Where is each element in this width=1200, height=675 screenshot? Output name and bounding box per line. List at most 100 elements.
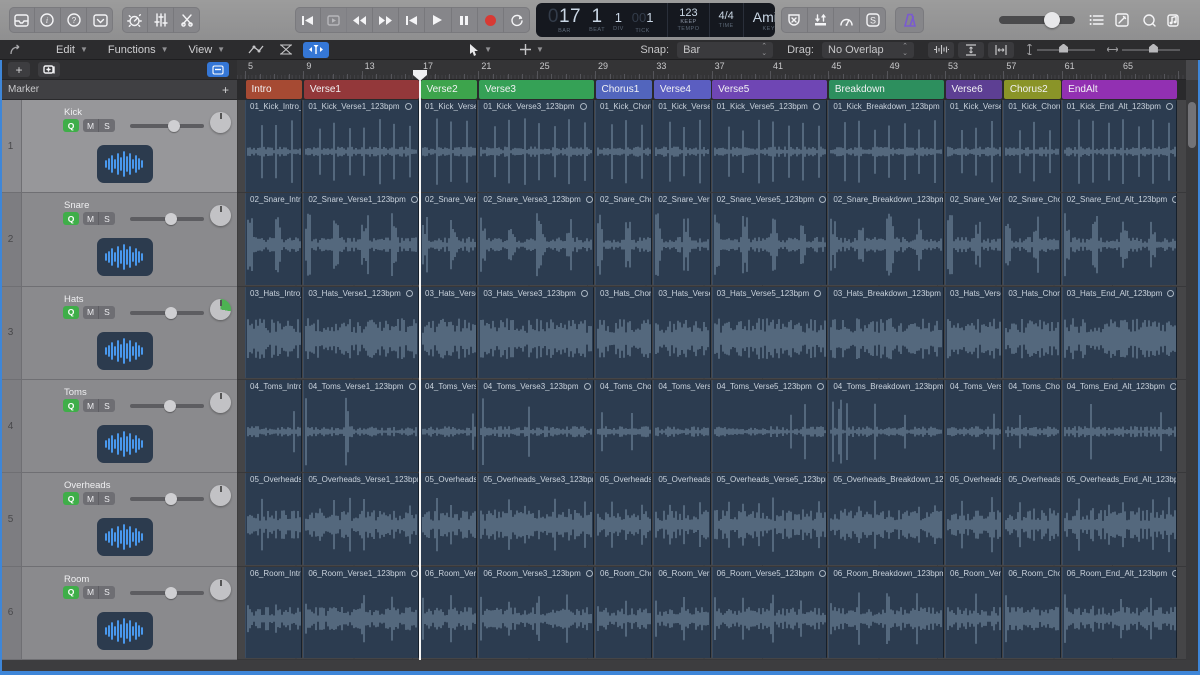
solo-button[interactable]: S (99, 305, 115, 319)
pan-knob[interactable] (210, 485, 231, 507)
marker-breakdown[interactable]: Breakdown (828, 80, 944, 99)
audio-region[interactable]: 04_Toms_Verse5_123bpm (711, 380, 828, 472)
fast-forward-button[interactable] (373, 7, 400, 33)
note-pads-icon[interactable] (1109, 7, 1135, 33)
audio-region[interactable]: 06_Room_End_Alt_123bpm (1061, 566, 1178, 659)
catch-playhead-button[interactable] (303, 41, 330, 58)
tuner-icon[interactable] (834, 7, 860, 33)
audio-region[interactable]: 02_Snare_Intro_123bpm (245, 193, 303, 286)
audio-region[interactable]: 04_Toms_Breakdown_123bpm (828, 380, 944, 472)
track-volume-slider[interactable] (130, 586, 204, 599)
master-volume-knob[interactable] (1043, 12, 1060, 28)
track-volume-slider[interactable] (130, 120, 204, 132)
browsers-icon[interactable] (1162, 7, 1188, 33)
lcd-key[interactable]: Amin KEY (744, 3, 776, 37)
audio-region[interactable]: 01_Kick_Chorus2_123bpm (1003, 100, 1061, 192)
metronome-icon[interactable] (894, 7, 925, 33)
inspector-icon[interactable]: i (35, 7, 62, 33)
audio-region[interactable]: 01_Kick_Verse6_123bpm (945, 100, 1003, 192)
marker-verse6[interactable]: Verse6 (945, 80, 1003, 99)
bar-ruler[interactable]: 5 9 13 17 21 25 29 33 37 41 45 49 53 57 61 65 (237, 60, 1186, 80)
scrollbar-thumb[interactable] (1188, 102, 1196, 148)
solo-button[interactable]: S (99, 119, 115, 132)
audio-region[interactable]: 03_Hats_Verse6_123bpm (945, 286, 1003, 379)
lcd-tempo[interactable]: 123 KEEP TEMPO (668, 3, 710, 37)
audio-region[interactable]: 02_Snare_Verse4_123bpm (653, 193, 711, 286)
audio-region[interactable]: 06_Room_Chorus1_123bpm (595, 566, 653, 659)
audio-region[interactable]: 02_Snare_Verse1_123bpm (303, 193, 419, 286)
flex-icon[interactable] (273, 42, 299, 58)
lcd-position[interactable]: 017 BAR 1 BEAT 1 DIV 001 TICK (536, 3, 669, 37)
audio-region[interactable]: 05_Overheads_Verse3_123bpm (478, 473, 594, 566)
mixer-icon[interactable] (148, 7, 175, 33)
cycle-icon[interactable] (504, 7, 530, 33)
audio-region[interactable]: 03_Hats_Breakdown_123bpm (828, 286, 944, 379)
quantize-button[interactable]: Q (63, 399, 79, 412)
marker-verse4[interactable]: Verse4 (653, 80, 711, 99)
audio-region[interactable]: 05_Overheads_End_Alt_123bpm (1061, 473, 1178, 566)
audio-region[interactable]: 06_Room_Verse4_123bpm (653, 566, 711, 659)
track-header-config-button[interactable] (207, 62, 229, 77)
solo-button[interactable]: S (99, 399, 115, 412)
mute-button[interactable]: M (83, 399, 99, 412)
pan-knob[interactable] (210, 205, 231, 227)
track-name[interactable]: Overheads (64, 480, 110, 491)
solo-icon[interactable]: S (860, 7, 886, 33)
pan-knob[interactable] (210, 298, 231, 320)
audio-region[interactable]: 02_Snare_Verse3_123bpm (478, 193, 594, 286)
track-name[interactable]: Toms (64, 387, 87, 398)
audio-region[interactable]: 02_Snare_Chorus1_123bpm (595, 193, 653, 286)
track-volume-knob[interactable] (164, 400, 176, 412)
audio-region[interactable]: 06_Room_Verse5_123bpm (711, 566, 828, 659)
audio-region[interactable]: 04_Toms_Verse6_123bpm (945, 380, 1003, 472)
pointer-tool-menu[interactable]: ▼ (469, 43, 492, 56)
audio-region[interactable]: 01_Kick_Verse5_123bpm (711, 100, 828, 192)
audio-region[interactable]: 03_Hats_Verse4_123bpm (653, 286, 711, 379)
audio-region[interactable]: 05_Overheads_Intro_123bpm (245, 473, 303, 566)
rewind-button[interactable] (347, 7, 374, 33)
track-header-room[interactable]: 6 Room Q M S (0, 566, 237, 660)
automation-icon[interactable] (243, 42, 269, 58)
horizontal-auto-zoom-icon[interactable] (988, 41, 1014, 58)
master-volume-slider[interactable] (998, 12, 1076, 28)
audio-region[interactable]: 04_Toms_Verse2_123bpm (420, 380, 478, 472)
quick-help-icon[interactable]: ? (61, 7, 88, 33)
mute-button[interactable]: M (83, 119, 99, 132)
audio-region[interactable]: 06_Room_Verse1_123bpm (303, 566, 419, 659)
audio-region[interactable]: 06_Room_Breakdown_123bpm (828, 566, 944, 659)
track-name[interactable]: Hats (64, 294, 84, 305)
marker-chorus1[interactable]: Chorus1 (595, 80, 653, 99)
record-button[interactable] (478, 7, 504, 33)
playhead[interactable] (419, 80, 421, 660)
audio-region[interactable]: 04_Toms_Chorus1_123bpm (595, 380, 653, 472)
audio-region[interactable]: 05_Overheads_Chorus1_123bpm (595, 473, 653, 566)
audio-region[interactable]: 01_Kick_Verse2_123bpm (420, 100, 478, 192)
autopunch-icon[interactable] (781, 7, 808, 33)
solo-button[interactable]: S (99, 212, 115, 226)
audio-region[interactable]: 02_Snare_End_Alt_123bpm (1061, 193, 1178, 286)
snap-dropdown[interactable]: Bar ⌃ ⌄ (677, 41, 774, 58)
audio-region[interactable]: 04_Toms_Verse1_123bpm (303, 380, 419, 472)
audio-region[interactable]: 05_Overheads_Verse2_123bpm (420, 473, 478, 566)
marker-verse3[interactable]: Verse3 (478, 80, 594, 99)
track-name[interactable]: Snare (64, 200, 89, 211)
toolbar-icon[interactable] (87, 7, 113, 33)
marker-intro[interactable]: Intro (245, 80, 303, 99)
audio-region[interactable]: 04_Toms_Intro_123bpm (245, 380, 303, 472)
track-volume-knob[interactable] (165, 306, 177, 319)
audio-region[interactable]: 05_Overheads_Verse6_123bpm (945, 473, 1003, 566)
audio-region[interactable]: 01_Kick_Breakdown_123bpm (828, 100, 944, 192)
go-to-beginning-button[interactable] (399, 7, 426, 33)
pan-knob[interactable] (210, 578, 231, 600)
audio-region[interactable]: 02_Snare_Breakdown_123bpm (828, 193, 944, 286)
vertical-scrollbar[interactable] (1186, 80, 1198, 672)
audio-region[interactable]: 03_Hats_Chorus2_123bpm (1003, 286, 1061, 379)
audio-region[interactable]: 04_Toms_Verse4_123bpm (653, 380, 711, 472)
vertical-auto-zoom-icon[interactable] (958, 41, 984, 58)
marker-verse5[interactable]: Verse5 (712, 80, 828, 99)
audio-region[interactable]: 03_Hats_Verse1_123bpm (303, 286, 419, 379)
mute-button[interactable]: M (83, 585, 99, 599)
audio-region[interactable]: 02_Snare_Verse2_123bpm (420, 193, 478, 286)
track-volume-slider[interactable] (130, 400, 204, 412)
track-volume-knob[interactable] (165, 213, 177, 226)
